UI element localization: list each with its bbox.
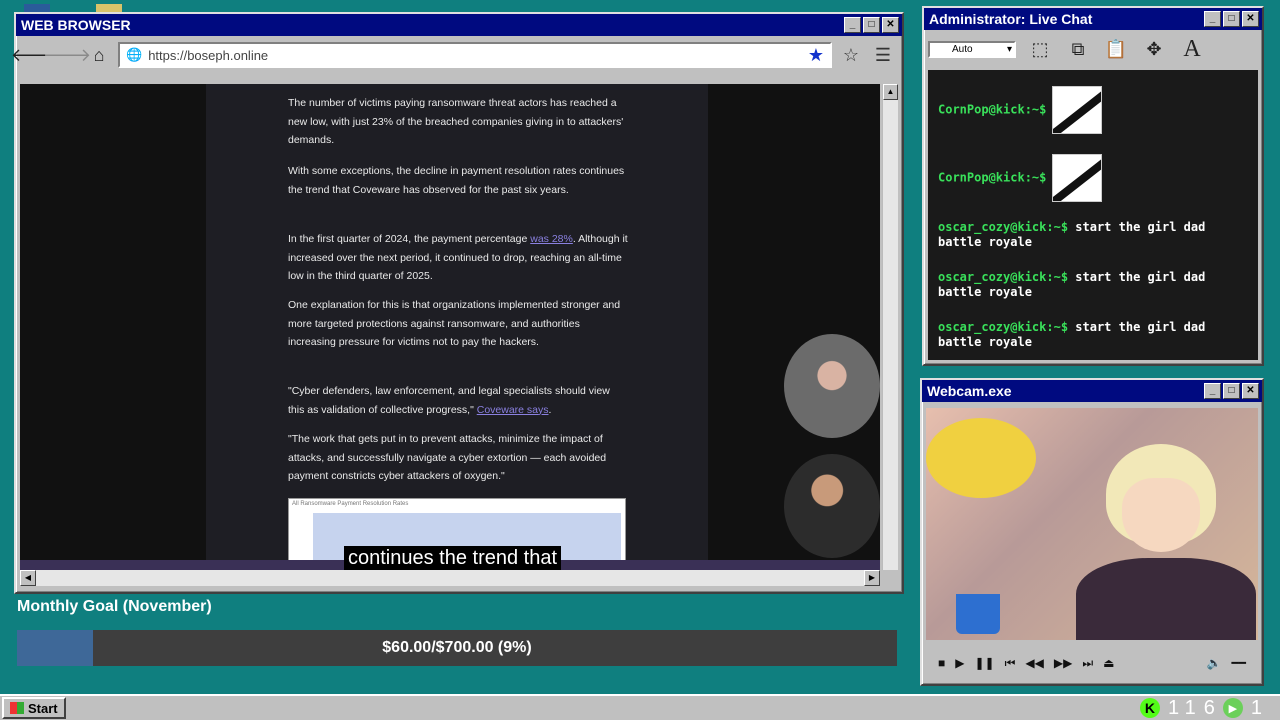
maximize-button[interactable]: □: [1223, 11, 1240, 27]
favorites-star-icon[interactable]: ☆: [838, 42, 864, 68]
goal-progress-bar: $60.00/$700.00 (9%): [17, 630, 897, 666]
windows-logo-icon: [10, 702, 24, 714]
play-logo-icon[interactable]: ▶: [1222, 698, 1243, 718]
article-paragraph: "Cyber defenders, law enforcement, and l…: [288, 385, 610, 416]
goal-progress-text: $60.00/$700.00 (9%): [382, 639, 532, 656]
volume-icon[interactable]: 🔈: [1207, 656, 1222, 670]
article-paragraph: With some exceptions, the decline in pay…: [288, 165, 625, 196]
maximize-button[interactable]: □: [1223, 383, 1240, 399]
article-link[interactable]: Coveware says: [477, 404, 549, 416]
play-icon[interactable]: ▶: [955, 656, 964, 670]
paste-icon[interactable]: 📋: [1102, 35, 1130, 63]
system-tray: K 1 1 6 ▶ 1: [1139, 696, 1262, 720]
kick-logo-icon[interactable]: K: [1139, 698, 1160, 718]
font-icon[interactable]: A: [1178, 35, 1206, 63]
scroll-left-icon[interactable]: ◀: [20, 570, 36, 586]
start-label: Start: [28, 700, 58, 716]
close-button[interactable]: ✕: [1242, 383, 1259, 399]
page-viewport: The number of victims paying ransomware …: [20, 84, 880, 570]
kick-viewer-count: 1 1: [1167, 696, 1196, 719]
avatar-body: [1076, 558, 1256, 640]
article-link[interactable]: was 28%: [530, 233, 573, 245]
home-icon[interactable]: ⌂: [86, 42, 112, 68]
streamer-cam-2: [784, 454, 880, 558]
chart-image-title: All Ransomware Payment Resolution Rates: [292, 501, 409, 507]
webcam-view: [926, 408, 1258, 640]
skip-back-icon[interactable]: ⏮: [1005, 656, 1016, 671]
minimize-button[interactable]: _: [844, 17, 861, 33]
emote-image: [1052, 154, 1103, 202]
article-paragraph: In the first quarter of 2024, the paymen…: [288, 233, 628, 282]
maximize-button[interactable]: □: [863, 17, 880, 33]
mug: [956, 594, 1000, 634]
chat-window: Administrator: Live Chat _ □ ✕ Auto ▾ ⬚ ⧉…: [922, 6, 1264, 366]
eject-icon[interactable]: ⏏: [1103, 656, 1114, 670]
browser-window: WEB BROWSER _ □ ✕ 🡐 🡒 ⌂ 🌐 https://boseph…: [11, 12, 904, 594]
chat-title: Administrator: Live Chat: [929, 11, 1093, 27]
pause-icon[interactable]: ❚❚: [974, 656, 994, 670]
url-text[interactable]: https://boseph.online: [148, 48, 802, 63]
chat-message: oscar_cozy@kick:~$ start the girl dad ba…: [938, 320, 1206, 349]
chat-message: CornPop@kick:~$: [938, 154, 1238, 202]
fast-forward-icon[interactable]: ▶▶: [1054, 656, 1072, 670]
chat-titlebar[interactable]: Administrator: Live Chat _ □ ✕: [924, 8, 1262, 30]
copy-icon[interactable]: ⧉: [1064, 35, 1092, 63]
scroll-right-icon[interactable]: ▶: [864, 570, 880, 586]
chevron-down-icon: ▾: [1006, 43, 1012, 55]
address-bar[interactable]: 🌐 https://boseph.online ★: [118, 42, 832, 68]
webcam-window: Webcam.exe _ □ ✕ ■ ▶ ❚❚ ⏮ ◀◀ ▶▶ ⏭ ⏏ 🔈 ━━: [920, 378, 1264, 686]
vertical-scrollbar[interactable]: ▲: [882, 84, 898, 570]
count-2: 6: [1203, 696, 1215, 719]
media-controls: ■ ▶ ❚❚ ⏮ ◀◀ ▶▶ ⏭ ⏏ 🔈 ━━: [926, 648, 1258, 678]
forward-arrow-icon[interactable]: 🡒: [43, 42, 91, 68]
article-paragraph: The number of victims paying ransomware …: [288, 97, 624, 146]
webcam-titlebar[interactable]: Webcam.exe _ □ ✕: [922, 380, 1262, 402]
article-paragraph: "The work that gets put in to prevent at…: [288, 433, 607, 482]
font-size-value: Auto: [952, 43, 973, 55]
chat-log: CornPop@kick:~$ CornPop@kick:~$ oscar_co…: [928, 70, 1258, 360]
chat-message: CornPop@kick:~$: [938, 86, 1238, 134]
browser-title: WEB BROWSER: [21, 17, 131, 33]
menu-icon[interactable]: ☰: [870, 42, 896, 68]
font-size-select[interactable]: Auto ▾: [928, 40, 1016, 58]
horizontal-scrollbar[interactable]: ◀ ▶: [20, 570, 880, 586]
move-icon[interactable]: ✥: [1140, 35, 1168, 63]
volume-slider[interactable]: ━━: [1232, 656, 1246, 670]
close-button[interactable]: ✕: [1242, 11, 1259, 27]
browser-navbar: 🡐 🡒 ⌂ 🌐 https://boseph.online ★ ☆ ☰: [11, 36, 902, 74]
close-button[interactable]: ✕: [882, 17, 899, 33]
emote-image: [1052, 86, 1103, 134]
select-area-icon[interactable]: ⬚: [1026, 35, 1054, 63]
start-button[interactable]: Start: [2, 697, 66, 719]
bookmark-star-icon[interactable]: ★: [808, 45, 824, 66]
minimize-button[interactable]: _: [1204, 383, 1221, 399]
caption: continues the trend that: [344, 546, 562, 570]
chat-toolbar: Auto ▾ ⬚ ⧉ 📋 ✥ A: [924, 30, 1262, 68]
streamer-cam-1: [784, 334, 880, 438]
stop-icon[interactable]: ■: [938, 656, 945, 670]
scroll-up-icon[interactable]: ▲: [883, 84, 898, 100]
rewind-icon[interactable]: ◀◀: [1025, 656, 1043, 670]
chat-message: oscar_cozy@kick:~$ start the girl dad ba…: [938, 270, 1206, 299]
globe-icon: 🌐: [126, 47, 143, 62]
count-3: 1: [1250, 696, 1262, 719]
minimize-button[interactable]: _: [1204, 11, 1221, 27]
goal-title: Monthly Goal (November): [17, 598, 212, 615]
chat-message: oscar_cozy@kick:~$ start the girl dad ba…: [938, 220, 1206, 249]
article-paragraph: One explanation for this is that organiz…: [288, 299, 621, 348]
plush-toy: [926, 418, 1036, 498]
skip-forward-icon[interactable]: ⏭: [1082, 656, 1093, 671]
article: The number of victims paying ransomware …: [206, 84, 708, 570]
webcam-title: Webcam.exe: [927, 383, 1012, 399]
avatar-face: [1122, 478, 1200, 552]
browser-titlebar[interactable]: WEB BROWSER _ □ ✕: [16, 14, 902, 36]
taskbar: Start K 1 1 6 ▶ 1: [0, 694, 1280, 720]
